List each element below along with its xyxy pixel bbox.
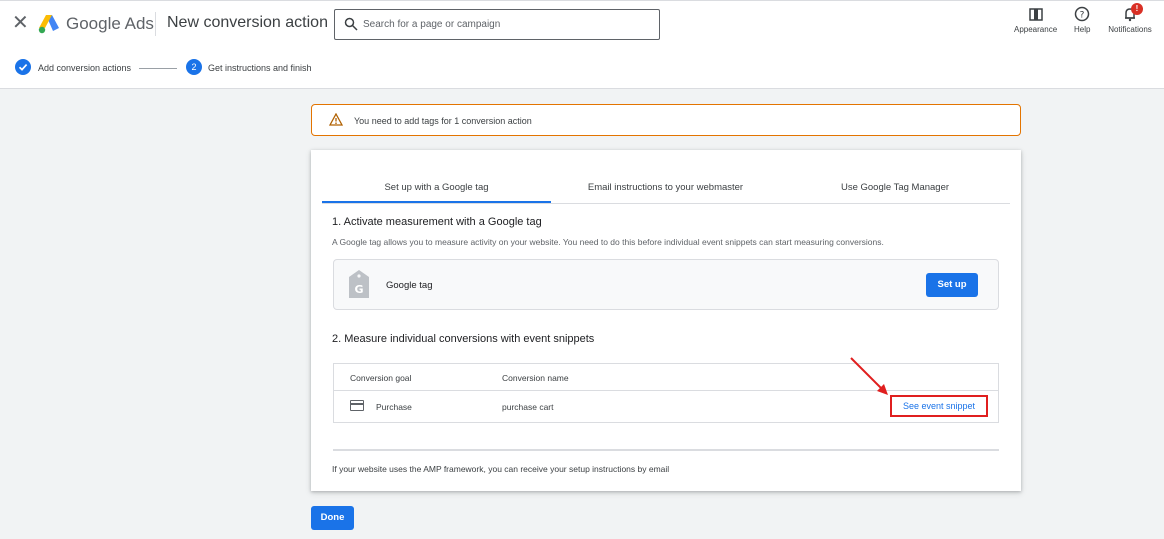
appearance-button[interactable]: Appearance bbox=[1014, 6, 1057, 34]
step-complete-check-icon bbox=[15, 59, 31, 75]
row-name: purchase cart bbox=[502, 402, 554, 412]
section-1-title: 1. Activate measurement with a Google ta… bbox=[332, 216, 542, 228]
section-2-title: 2. Measure individual conversions with e… bbox=[332, 333, 595, 345]
google-tag-icon: G bbox=[349, 270, 369, 298]
google-tag-row: G Google tag Set up bbox=[333, 259, 999, 310]
step-2-label: Get instructions and finish bbox=[208, 63, 312, 73]
search-input[interactable]: Search for a page or campaign bbox=[334, 9, 660, 40]
tab-tag-manager[interactable]: Use Google Tag Manager bbox=[780, 182, 1010, 193]
help-label: Help bbox=[1074, 25, 1091, 34]
event-snippets-table: Conversion goal Conversion name Purchase… bbox=[333, 363, 999, 423]
brand-name: Google Ads bbox=[66, 14, 154, 33]
section-1-description: A Google tag allows you to measure activ… bbox=[332, 237, 884, 247]
page-title: New conversion action bbox=[167, 14, 328, 31]
google-tag-label: Google tag bbox=[386, 280, 433, 291]
table-divider bbox=[334, 390, 998, 391]
amp-note: If your website uses the AMP framework, … bbox=[332, 464, 670, 474]
search-placeholder: Search for a page or campaign bbox=[363, 19, 501, 30]
appearance-icon bbox=[1028, 8, 1043, 21]
svg-text:?: ? bbox=[1080, 11, 1085, 21]
setup-button[interactable]: Set up bbox=[926, 273, 978, 297]
progress-stepper: Add conversion actions 2 Get instruction… bbox=[0, 46, 1164, 89]
done-button[interactable]: Done bbox=[311, 506, 354, 530]
top-bar: ✕ Google Ads New conversion action Searc… bbox=[0, 0, 1164, 46]
tab-google-tag[interactable]: Set up with a Google tag bbox=[322, 182, 551, 193]
notifications-button[interactable]: ! Notifications bbox=[1105, 3, 1155, 34]
see-event-snippet-link[interactable]: See event snippet bbox=[890, 395, 988, 417]
search-icon bbox=[344, 17, 358, 31]
tab-email-webmaster[interactable]: Email instructions to your webmaster bbox=[551, 182, 780, 193]
warning-banner: You need to add tags for 1 conversion ac… bbox=[311, 104, 1021, 136]
step-2-number: 2 bbox=[186, 59, 202, 75]
active-tab-indicator bbox=[322, 201, 551, 203]
svg-text:G: G bbox=[354, 283, 363, 296]
warning-icon bbox=[329, 113, 343, 126]
appearance-label: Appearance bbox=[1014, 25, 1058, 34]
tab-bar: Set up with a Google tag Email instructi… bbox=[322, 174, 1010, 204]
step-1-label[interactable]: Add conversion actions bbox=[38, 63, 131, 73]
google-ads-logo-icon bbox=[38, 15, 59, 34]
help-button[interactable]: ? Help bbox=[1074, 6, 1090, 34]
row-goal: Purchase bbox=[376, 402, 412, 412]
step-connector bbox=[139, 68, 177, 69]
close-icon[interactable]: ✕ bbox=[12, 13, 29, 33]
divider bbox=[333, 449, 999, 451]
annotation-arrow-icon bbox=[850, 357, 888, 395]
divider bbox=[155, 12, 156, 36]
instructions-card: Set up with a Google tag Email instructi… bbox=[311, 150, 1021, 491]
notification-badge: ! bbox=[1131, 3, 1143, 15]
notifications-label: Notifications bbox=[1108, 25, 1152, 34]
credit-card-icon bbox=[350, 400, 364, 411]
column-header-name: Conversion name bbox=[502, 373, 569, 383]
alert-text: You need to add tags for 1 conversion ac… bbox=[354, 116, 532, 126]
column-header-goal: Conversion goal bbox=[350, 373, 412, 383]
help-icon: ? bbox=[1074, 6, 1090, 22]
